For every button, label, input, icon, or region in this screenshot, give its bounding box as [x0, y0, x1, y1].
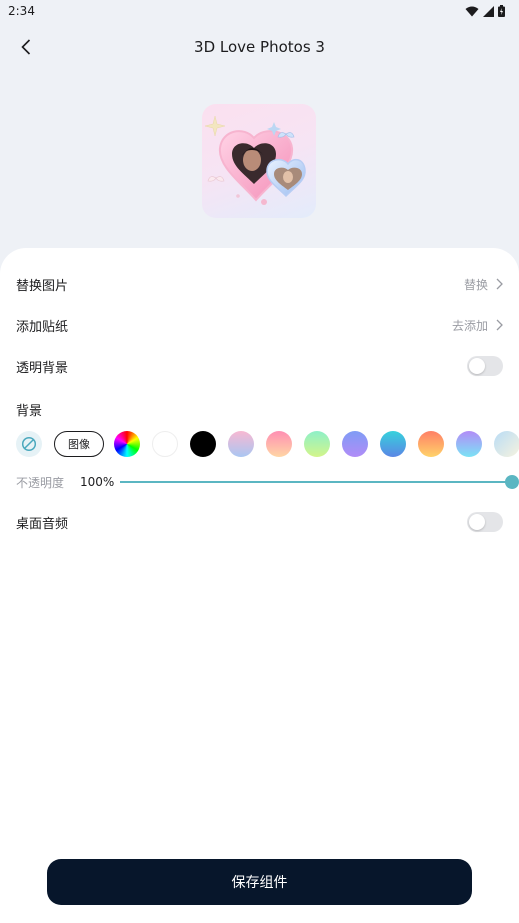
status-icons	[465, 5, 505, 17]
wifi-icon	[465, 6, 479, 16]
slider-thumb[interactable]	[505, 475, 519, 489]
color-swatch-blue-violet[interactable]	[342, 431, 368, 457]
prohibited-icon	[21, 436, 37, 452]
replace-image-row[interactable]: 替换图片 替换	[16, 264, 503, 304]
add-sticker-row[interactable]: 添加贴纸 去添加	[16, 305, 503, 345]
desktop-audio-toggle[interactable]	[467, 512, 503, 532]
transparent-background-row: 透明背景	[16, 346, 503, 386]
love-photo-frame-image	[204, 115, 306, 205]
opacity-slider[interactable]	[120, 472, 519, 492]
background-section-label: 背景	[16, 404, 43, 419]
sparkle-icon	[204, 115, 226, 137]
toggle-knob	[469, 514, 485, 530]
toggle-knob	[469, 358, 485, 374]
color-swatch-aqua-blue[interactable]	[380, 431, 406, 457]
add-sticker-action[interactable]: 去添加	[452, 317, 503, 334]
color-swatch-violet-cyan[interactable]	[456, 431, 482, 457]
signal-icon	[483, 5, 494, 17]
status-bar: 2:34	[0, 0, 519, 22]
no-background-swatch[interactable]	[16, 431, 42, 457]
chevron-right-icon	[496, 319, 503, 331]
color-swatch-orange-yellow[interactable]	[418, 431, 444, 457]
chevron-right-icon	[496, 278, 503, 290]
desktop-audio-label: 桌面音频	[16, 516, 69, 532]
replace-image-label: 替换图片	[16, 278, 69, 294]
transparent-background-label: 透明背景	[16, 360, 69, 376]
widget-preview	[202, 104, 316, 218]
back-button[interactable]	[12, 34, 40, 60]
transparent-background-toggle[interactable]	[467, 356, 503, 376]
desktop-audio-row: 桌面音频	[16, 502, 503, 542]
color-swatch-group	[114, 431, 519, 457]
battery-icon	[498, 5, 505, 17]
save-widget-button[interactable]: 保存组件	[47, 859, 472, 905]
color-swatch-pink-peach[interactable]	[266, 431, 292, 457]
image-background-button[interactable]: 图像	[54, 431, 104, 457]
color-swatch-sky-cream[interactable]	[494, 431, 519, 457]
color-swatch-rainbow[interactable]	[114, 431, 140, 457]
opacity-row: 不透明度 100%	[16, 472, 519, 492]
add-sticker-action-label: 去添加	[451, 318, 488, 333]
color-swatch-white[interactable]	[152, 431, 178, 457]
background-swatch-list: 图像	[16, 430, 519, 458]
color-swatch-mint-green[interactable]	[304, 431, 330, 457]
opacity-label: 不透明度	[16, 475, 65, 490]
add-sticker-label: 添加贴纸	[16, 319, 69, 335]
opacity-value: 100%	[80, 475, 115, 489]
replace-image-action-label: 替换	[463, 277, 488, 292]
status-time: 2:34	[8, 4, 35, 18]
replace-image-action[interactable]: 替换	[464, 276, 503, 293]
chevron-left-icon	[21, 39, 31, 55]
color-swatch-black[interactable]	[190, 431, 216, 457]
slider-fill	[120, 481, 512, 483]
header: 3D Love Photos 3	[0, 22, 519, 72]
color-swatch-pink-blue[interactable]	[228, 431, 254, 457]
page-title: 3D Love Photos 3	[194, 38, 325, 56]
